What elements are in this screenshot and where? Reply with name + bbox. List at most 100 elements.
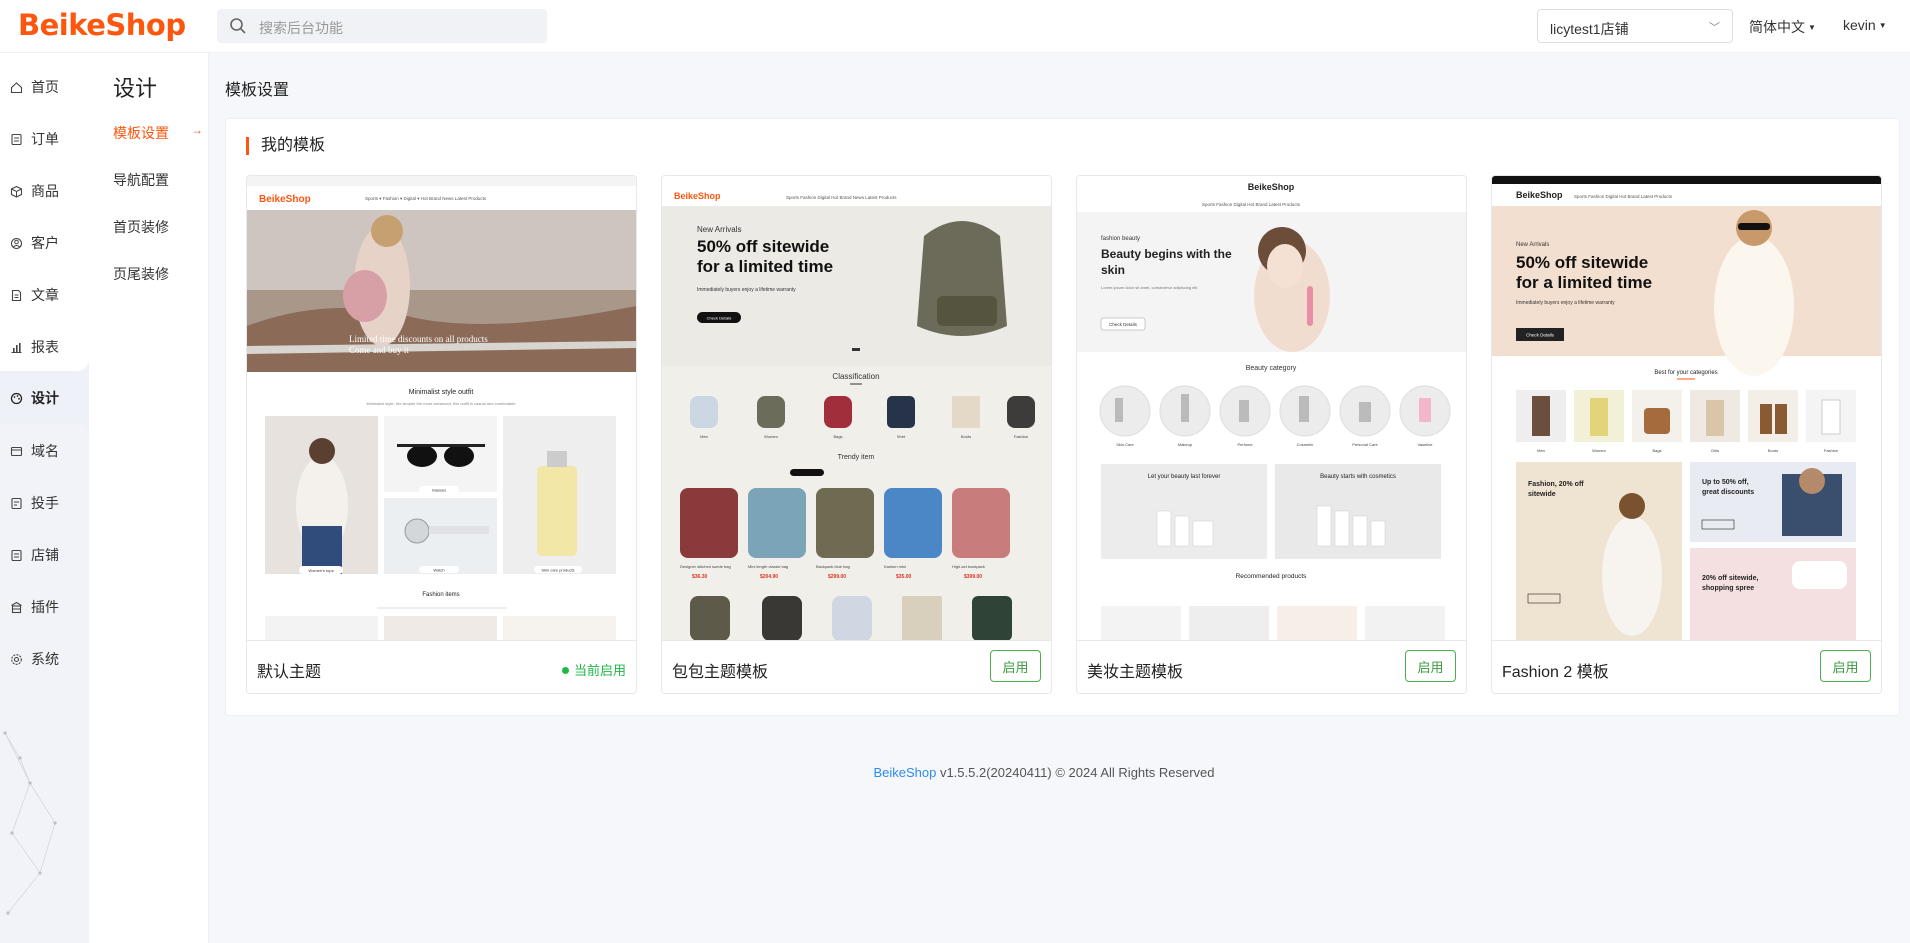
svg-text:Makeup: Makeup <box>1178 442 1193 447</box>
status-label: 当前启用 <box>573 663 626 678</box>
sidebar-item-label: 店铺 <box>31 547 59 563</box>
subnav-item-footer-decoration[interactable]: 页尾装修 <box>113 264 169 284</box>
svg-text:Skin Care: Skin Care <box>1116 442 1134 447</box>
svg-text:Men: Men <box>700 434 708 439</box>
palette-icon <box>10 392 23 405</box>
template-preview-beauty[interactable]: BeikeShop Sports Fashion Digital Hot Bra… <box>1077 176 1466 641</box>
mini-logo: BeikeShop <box>259 194 311 205</box>
svg-text:Fashion: Fashion <box>1824 448 1838 453</box>
sidebar-item-label: 客户 <box>31 235 59 251</box>
svg-text:High-set backpack: High-set backpack <box>952 564 985 569</box>
logo[interactable]: BeikeShop <box>18 8 186 42</box>
preview-image: BeikeShop Sports ▾ Fashion ▾ Digital ▾ H… <box>247 176 636 640</box>
chart-icon <box>10 341 23 354</box>
sidebar-item-label: 首页 <box>31 79 59 95</box>
svg-text:Minimalist style, the simpler: Minimalist style, the simpler the more a… <box>367 401 517 406</box>
sidebar-item-label: 报表 <box>31 339 59 355</box>
subnav-item-template-settings[interactable]: 模板设置 → <box>113 123 203 143</box>
svg-text:50% off sitewide: 50% off sitewide <box>1516 253 1648 272</box>
subnav-item-label: 页尾装修 <box>113 266 169 282</box>
sidebar-item-2[interactable]: 商品 <box>0 171 89 211</box>
network-decoration <box>3 731 57 915</box>
footer: BeikeShop v1.5.5.2(20240411) © 2024 All … <box>0 765 1910 780</box>
svg-text:Check Details: Check Details <box>1526 333 1555 338</box>
apply-button[interactable]: 启用 <box>990 650 1041 682</box>
subnav-item-home-decoration[interactable]: 首页装修 <box>113 217 169 237</box>
status-dot-icon <box>561 667 569 674</box>
template-name: Fashion 2 模板 <box>1502 664 1609 681</box>
svg-text:New Arrivals: New Arrivals <box>1516 242 1549 248</box>
sidebar-item-4[interactable]: 文章 <box>0 275 89 315</box>
svg-text:$299.00: $299.00 <box>828 574 846 580</box>
sub-sidebar: 设计 模板设置 → 导航配置 首页装修 页尾装修 <box>89 53 209 943</box>
svg-text:BeikeShop: BeikeShop <box>1516 190 1563 200</box>
subnav-item-navigation[interactable]: 导航配置 <box>113 170 169 190</box>
footer-brand-link[interactable]: BeikeShop <box>873 765 936 780</box>
template-preview-default[interactable]: BeikeShop Sports ▾ Fashion ▾ Digital ▾ H… <box>247 176 636 641</box>
svg-text:Women's tops: Women's tops <box>308 568 333 573</box>
sidebar-item-8[interactable]: 投手 <box>0 483 89 523</box>
svg-text:for a limited time: for a limited time <box>1516 273 1652 292</box>
svg-text:50% off sitewide: 50% off sitewide <box>697 237 829 256</box>
sidebar-item-9[interactable]: 店铺 <box>0 535 89 575</box>
sidebar-item-10[interactable]: 插件 <box>0 587 89 627</box>
svg-text:sitewide: sitewide <box>1528 491 1556 498</box>
sidebar-item-label: 订单 <box>31 131 59 147</box>
sidebar-item-1[interactable]: 订单 <box>0 119 89 159</box>
sidebar-item-11[interactable]: 系统 <box>0 639 89 679</box>
sidebar-item-label: 域名 <box>31 443 59 459</box>
apply-button[interactable]: 启用 <box>1820 650 1871 682</box>
caret-down-icon: ▼ <box>1808 23 1816 32</box>
subnav-title: 设计 <box>113 76 158 101</box>
svg-text:Trendy item: Trendy item <box>838 454 875 461</box>
svg-text:Shirt: Shirt <box>897 434 906 439</box>
search-input[interactable]: 搜索后台功能 <box>217 9 547 43</box>
footer-text: v1.5.5.2(20240411) © 2024 All Rights Res… <box>936 765 1215 780</box>
language-dropdown[interactable]: 简体中文 ▼ <box>1749 17 1816 37</box>
svg-text:great discounts: great discounts <box>1702 489 1754 496</box>
template-card-default: BeikeShop Sports ▾ Fashion ▾ Digital ▾ H… <box>246 175 637 694</box>
document-icon <box>10 289 23 302</box>
section-title: 我的模板 <box>246 137 325 155</box>
svg-text:Boots: Boots <box>961 434 971 439</box>
svg-text:Immediately buyers enjoy a lif: Immediately buyers enjoy a lifetime warr… <box>697 287 796 293</box>
svg-text:Girls: Girls <box>1711 448 1719 453</box>
svg-text:Beauty starts with cosmetics: Beauty starts with cosmetics <box>1320 474 1396 480</box>
svg-text:Kanken mini: Kanken mini <box>884 564 906 569</box>
svg-text:Personal Care: Personal Care <box>1352 442 1378 447</box>
svg-text:Women: Women <box>764 434 778 439</box>
sidebar-item-5[interactable]: 报表 <box>0 327 89 367</box>
preview-image: BeikeShop Sports Fashion Digital Hot Bra… <box>1077 176 1466 640</box>
svg-text:Women: Women <box>1592 448 1606 453</box>
svg-text:Backpack blue bag: Backpack blue bag <box>816 564 850 569</box>
sidebar-item-0[interactable]: 首页 <box>0 67 89 107</box>
svg-text:Immediately buyers enjoy a lif: Immediately buyers enjoy a lifetime warr… <box>1516 300 1615 306</box>
template-preview-bag[interactable]: BeikeShop Sports Fashion Digital Hot Bra… <box>662 176 1051 641</box>
svg-text:Fashion items: Fashion items <box>422 592 459 598</box>
svg-text:Cosmetic: Cosmetic <box>1297 442 1314 447</box>
user-dropdown[interactable]: kevin ▼ <box>1843 17 1887 33</box>
chevron-down-icon: ﹀ <box>1709 22 1720 34</box>
svg-text:Let your beauty last forever: Let your beauty last forever <box>1148 474 1221 480</box>
svg-text:Sports ▾ Fashion ▾ Digital ▾: Sports ▾ Fashion ▾ Digital ▾ Hot Brand N… <box>365 196 487 201</box>
template-preview-fashion2[interactable]: BeikeShop Sports Fashion Digital Hot Bra… <box>1492 176 1881 641</box>
target-icon <box>10 497 23 510</box>
svg-text:Perfume: Perfume <box>1237 442 1253 447</box>
subnav-item-label: 导航配置 <box>113 172 169 188</box>
sidebar-item-7[interactable]: 域名 <box>0 431 89 471</box>
sidebar-item-6[interactable]: 设计 <box>0 378 89 418</box>
templates-panel: 我的模板 BeikeShop Sports ▾ Fashion ▾ Digita… <box>225 118 1900 716</box>
page-title: 模板设置 <box>225 82 290 99</box>
apply-button[interactable]: 启用 <box>1405 650 1456 682</box>
svg-text:Fashion: Fashion <box>1014 434 1028 439</box>
svg-text:Beauty begins with the: Beauty begins with the <box>1101 247 1232 261</box>
svg-text:Minimalist style outfit: Minimalist style outfit <box>409 389 474 396</box>
svg-text:BeikeShop: BeikeShop <box>1248 182 1295 192</box>
svg-text:shopping spree: shopping spree <box>1702 585 1754 592</box>
svg-text:Glasses: Glasses <box>432 488 446 493</box>
store-select[interactable]: licytest1店铺 ﹀ <box>1537 9 1733 43</box>
svg-text:Recommended products: Recommended products <box>1236 573 1308 580</box>
sidebar-item-3[interactable]: 客户 <box>0 223 89 263</box>
order-icon <box>10 133 23 146</box>
svg-text:Bags: Bags <box>1652 448 1661 453</box>
